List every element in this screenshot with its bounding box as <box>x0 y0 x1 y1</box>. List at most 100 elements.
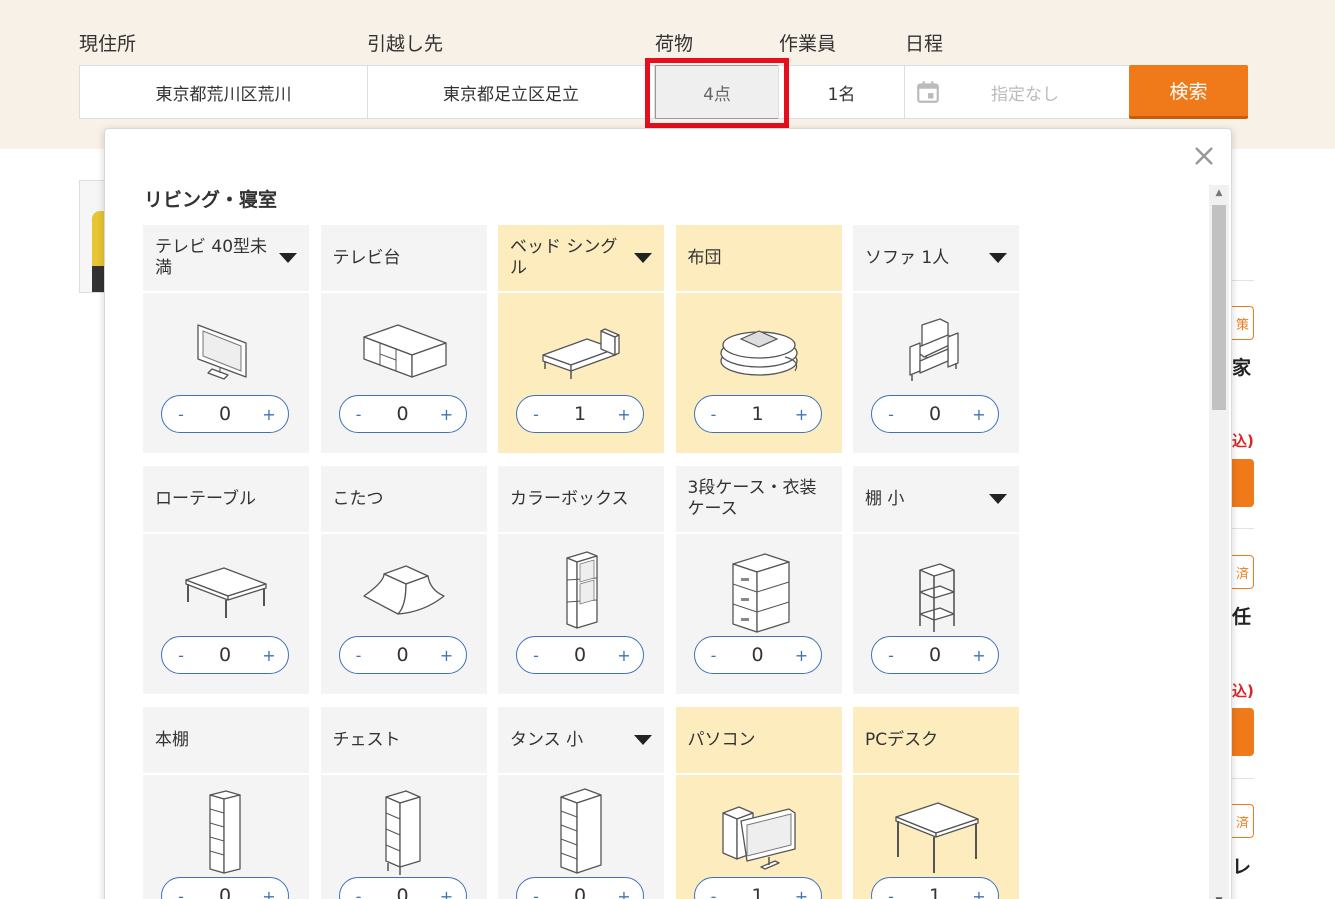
caret-down-icon[interactable] <box>989 253 1007 263</box>
increment-button[interactable]: + <box>440 405 454 424</box>
decrement-button[interactable]: - <box>707 887 721 899</box>
increment-button[interactable]: + <box>262 646 276 665</box>
increment-button[interactable]: + <box>795 887 809 899</box>
quantity-value: 0 <box>218 403 232 425</box>
pc-desk-icon <box>886 787 986 877</box>
decrement-button[interactable]: - <box>352 887 366 899</box>
item-grid: テレビ 40型未満 - 0 + テレビ台 - 0 + ベッド シングル - 1 <box>143 225 1023 899</box>
quantity-stepper: - 0 + <box>161 877 289 899</box>
item-name: タンス 小 <box>510 729 584 750</box>
caret-down-icon[interactable] <box>634 253 652 263</box>
decrement-button[interactable]: - <box>352 405 366 424</box>
increment-button[interactable]: + <box>972 646 986 665</box>
quantity-value: 0 <box>928 403 942 425</box>
item-card: ソファ 1人 - 0 + <box>853 225 1019 453</box>
increment-button[interactable]: + <box>972 887 986 899</box>
to-address-field[interactable]: 東京都足立区足立 <box>367 65 655 119</box>
modal-scrollbar[interactable]: ▲ ▼ <box>1209 185 1229 899</box>
quantity-stepper: - 0 + <box>338 636 467 674</box>
item-name: ローテーブル <box>155 488 256 509</box>
scroll-thumb[interactable] <box>1212 205 1226 410</box>
item-card: ベッド シングル - 1 + <box>498 225 664 453</box>
item-header[interactable]: チェスト <box>320 707 487 775</box>
decrement-button[interactable]: - <box>174 646 188 665</box>
increment-button[interactable]: + <box>262 887 276 899</box>
increment-button[interactable]: + <box>795 405 809 424</box>
from-address-field[interactable]: 東京都荒川区荒川 <box>79 65 368 119</box>
item-header[interactable]: ベッド シングル <box>498 225 664 293</box>
item-header[interactable]: パソコン <box>675 707 842 775</box>
item-header[interactable]: 棚 小 <box>853 466 1019 534</box>
item-header[interactable]: 本棚 <box>143 707 309 775</box>
color-box-icon <box>531 546 631 636</box>
item-name: テレビ台 <box>332 247 401 268</box>
decrement-button[interactable]: - <box>529 887 543 899</box>
quantity-value: 0 <box>573 644 587 666</box>
items-count-value: 4点 <box>703 84 731 105</box>
item-header[interactable]: 布団 <box>675 225 842 293</box>
decrement-button[interactable]: - <box>707 405 721 424</box>
price-note: 込) <box>1232 432 1254 450</box>
item-name: 本棚 <box>155 729 189 750</box>
decrement-button[interactable]: - <box>529 405 543 424</box>
item-header[interactable]: ソファ 1人 <box>853 225 1019 293</box>
quantity-value: 1 <box>573 403 587 425</box>
caret-down-icon[interactable] <box>634 735 652 745</box>
item-header[interactable]: こたつ <box>320 466 487 534</box>
decrement-button[interactable]: - <box>174 405 188 424</box>
decrement-button[interactable]: - <box>884 646 898 665</box>
quantity-value: 0 <box>396 644 409 666</box>
item-card: タンス 小 - 0 + <box>498 707 664 899</box>
item-card: カラーボックス - 0 + <box>498 466 664 694</box>
item-card: テレビ 40型未満 - 0 + <box>143 225 309 453</box>
staff-label: 作業員 <box>779 33 837 55</box>
quantity-value: 1 <box>928 885 942 899</box>
item-header[interactable]: PCデスク <box>853 707 1019 775</box>
scroll-up-icon[interactable]: ▲ <box>1209 185 1229 201</box>
item-name: ベッド シングル <box>510 237 618 278</box>
storage-case-icon <box>709 546 809 636</box>
chest-icon <box>354 787 454 877</box>
items-count-field[interactable]: 4点 <box>655 65 779 119</box>
increment-button[interactable]: + <box>795 646 809 665</box>
search-button[interactable]: 検索 <box>1129 65 1248 119</box>
caret-down-icon[interactable] <box>279 253 297 263</box>
increment-button[interactable]: + <box>440 887 454 899</box>
increment-button[interactable]: + <box>440 646 454 665</box>
scroll-down-icon[interactable]: ▼ <box>1209 893 1229 899</box>
item-name: カラーボックス <box>510 488 629 509</box>
staff-count-field[interactable]: 1名 <box>778 65 905 119</box>
price-note: 込) <box>1232 682 1254 700</box>
decrement-button[interactable]: - <box>707 646 721 665</box>
decrement-button[interactable]: - <box>174 887 188 899</box>
item-header[interactable]: 3段ケース・衣装ケース <box>675 466 842 534</box>
tv-icon <box>176 305 276 395</box>
decrement-button[interactable]: - <box>352 646 366 665</box>
decrement-button[interactable]: - <box>884 887 898 899</box>
divider <box>1232 778 1254 779</box>
item-header[interactable]: タンス 小 <box>498 707 664 775</box>
quantity-stepper: - 0 + <box>161 636 289 674</box>
date-field[interactable]: 指定なし <box>904 65 1130 119</box>
item-header[interactable]: テレビ台 <box>320 225 487 293</box>
increment-button[interactable]: + <box>972 405 986 424</box>
decrement-button[interactable]: - <box>529 646 543 665</box>
increment-button[interactable]: + <box>617 646 631 665</box>
decrement-button[interactable]: - <box>884 405 898 424</box>
item-header[interactable]: カラーボックス <box>498 466 664 534</box>
caret-down-icon[interactable] <box>989 494 1007 504</box>
close-icon <box>1195 147 1213 165</box>
increment-button[interactable]: + <box>617 887 631 899</box>
partial-text: 家 <box>1232 357 1252 379</box>
increment-button[interactable]: + <box>262 405 276 424</box>
quantity-stepper: - 0 + <box>871 395 999 433</box>
increment-button[interactable]: + <box>617 405 631 424</box>
item-header[interactable]: テレビ 40型未満 <box>143 225 309 293</box>
tv-stand-icon <box>354 305 454 395</box>
item-header[interactable]: ローテーブル <box>143 466 309 534</box>
item-name: PCデスク <box>865 729 939 750</box>
item-name: チェスト <box>332 729 401 750</box>
from-address-value: 東京都荒川区荒川 <box>155 84 292 105</box>
close-button[interactable] <box>1191 143 1217 169</box>
item-name: 棚 小 <box>865 488 905 509</box>
